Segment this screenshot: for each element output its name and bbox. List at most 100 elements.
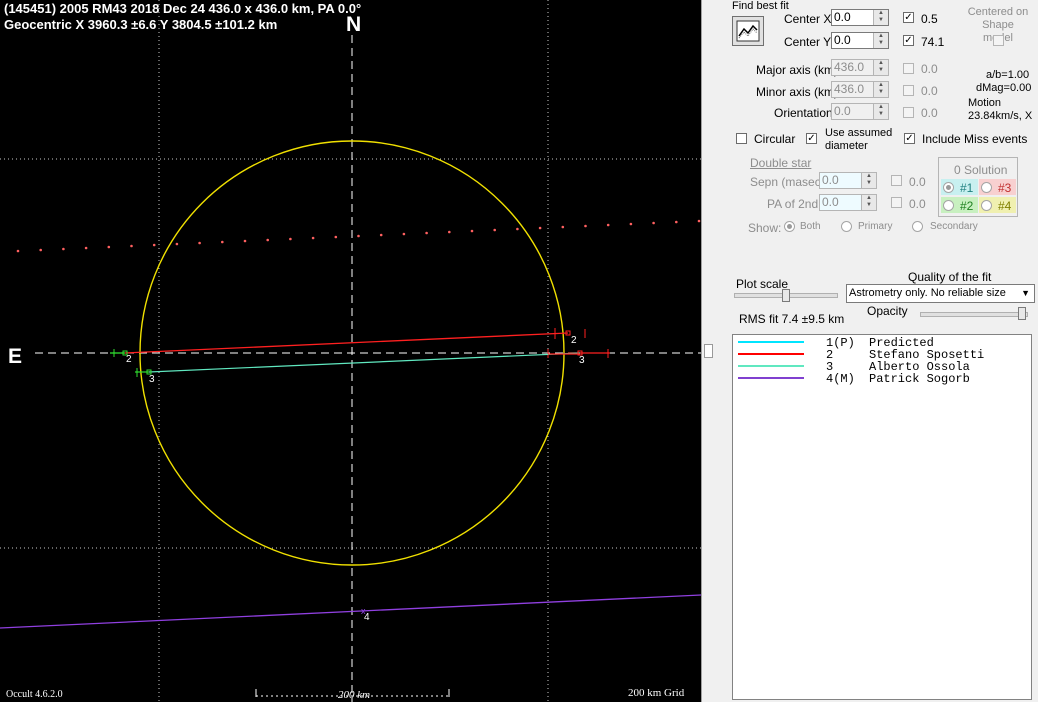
opacity-slider[interactable]: [1018, 307, 1026, 320]
circular-checkbox[interactable]: [736, 133, 747, 144]
show-both-label: Both: [800, 221, 821, 232]
double-star-label: Double star: [750, 156, 812, 170]
plot-canvas: x: [0, 0, 701, 702]
chord-label-2-right: 2: [571, 335, 577, 346]
path-dot: [221, 240, 224, 244]
plot-scale-label: Plot scale: [736, 277, 789, 291]
path-dot: [697, 219, 701, 223]
find-best-fit-button[interactable]: [732, 16, 764, 46]
minor-axis-fit-value: 0.0: [921, 84, 938, 98]
pa-second-input[interactable]: 0.0 ▲ ▼: [819, 194, 877, 211]
solution-title: 0 Solution: [954, 163, 1008, 177]
show-primary-radio[interactable]: [841, 221, 852, 232]
use-assumed-diameter-label: Use assumed diameter: [825, 127, 893, 152]
path-dot: [675, 220, 678, 224]
include-miss-label: Include Miss events: [922, 132, 1028, 146]
show-primary-label: Primary: [858, 221, 893, 232]
legend-num-4: 4(M): [826, 372, 855, 386]
include-miss-checkbox[interactable]: ✓: [904, 133, 915, 144]
solution-3-radio[interactable]: [981, 182, 992, 193]
orientation-fit-value: 0.0: [921, 106, 938, 120]
motion-label: Motion: [968, 97, 1002, 109]
show-both-radio[interactable]: [784, 221, 795, 232]
separation-fit-value: 0.0: [909, 175, 926, 189]
use-assumed-diameter-checkbox[interactable]: ✓: [806, 133, 817, 144]
solution-4-label: #4: [998, 199, 1012, 213]
show-secondary-radio[interactable]: [912, 221, 923, 232]
motion-value: 23.84km/s, X: [968, 110, 1033, 122]
path-dot: [425, 231, 428, 235]
path-dot: [357, 234, 360, 238]
chord-label-4: 4: [364, 612, 370, 623]
orientation-input[interactable]: 0.0 ▲ ▼: [831, 103, 889, 120]
major-axis-fit-checkbox[interactable]: [903, 63, 914, 74]
quality-label: Quality of the fit: [908, 270, 992, 284]
grid-label: 200 km Grid: [628, 687, 685, 699]
observer-legend[interactable]: 1(P) Predicted 2 Stefano Sposetti 3 Albe…: [732, 334, 1032, 700]
path-dot: [402, 232, 406, 236]
opacity-label: Opacity: [867, 304, 908, 318]
major-axis-input[interactable]: 436.0 ▲ ▼: [831, 59, 889, 76]
separation-fit-checkbox[interactable]: [891, 175, 902, 186]
path-dot: [198, 241, 201, 245]
center-y-input[interactable]: 0.0 ▲ ▼: [831, 32, 889, 49]
path-dot: [538, 226, 542, 230]
legend-line-2: [738, 353, 804, 355]
path-dot: [561, 225, 565, 229]
path-dot: [493, 228, 497, 232]
axis-ratio: a/b=1.00: [986, 69, 1030, 81]
path-dot: [448, 230, 451, 234]
path-dot: [289, 237, 292, 241]
center-x-input[interactable]: 0.0 ▲ ▼: [831, 9, 889, 26]
separation-input[interactable]: 0.0 ▲ ▼: [819, 172, 877, 189]
path-dot: [266, 238, 270, 242]
north-label: N: [346, 13, 362, 36]
separation-label: Sepn (masec): [750, 175, 825, 189]
path-dot: [516, 227, 519, 231]
minor-axis-fit-checkbox[interactable]: [903, 85, 914, 96]
path-dot: [629, 222, 633, 226]
minor-axis-label: Minor axis (km): [756, 85, 839, 99]
legend-name-4: Patrick Sogorb: [869, 372, 970, 386]
quality-dropdown[interactable]: Astrometry only. No reliable size ▼: [846, 284, 1035, 303]
path-dot: [584, 224, 587, 228]
occultation-plot[interactable]: x (145451) 2005 RM43 2018 Dec 24 436.0 x…: [0, 0, 701, 702]
plot-scale-slider[interactable]: [782, 289, 790, 302]
rms-fit: RMS fit 7.4 ±9.5 km: [739, 312, 845, 326]
path-dot: [243, 239, 247, 243]
solution-1-radio[interactable]: [943, 182, 954, 193]
grid: [0, 0, 701, 702]
east-label: E: [8, 345, 23, 368]
solution-3-label: #3: [998, 181, 1012, 195]
center-y-fit-value: 74.1: [921, 35, 945, 49]
path-dot: [379, 233, 383, 237]
center-x-fit-checkbox[interactable]: ✓: [903, 12, 914, 23]
orientation-fit-checkbox[interactable]: [903, 107, 914, 118]
splitter-handle[interactable]: [704, 344, 713, 358]
pa-second-fit-checkbox[interactable]: [891, 197, 902, 208]
solution-4-radio[interactable]: [981, 200, 992, 211]
path-dot: [130, 244, 133, 248]
event-title: (145451) 2005 RM43 2018 Dec 24 436.0 x 4…: [4, 1, 362, 16]
minor-axis-input[interactable]: 436.0 ▲ ▼: [831, 81, 889, 98]
delta-magnitude: dMag=0.00: [976, 82, 1032, 94]
center-y-fit-checkbox[interactable]: ✓: [903, 35, 914, 46]
solution-1-label: #1: [960, 181, 974, 195]
fit-control-panel: Find best fit Center X 0.0 ▲ ▼ Center Y 0.…: [716, 0, 1038, 702]
solution-2-radio[interactable]: [943, 200, 954, 211]
path-dot: [152, 243, 156, 247]
path-dot: [652, 221, 655, 225]
center-x-label: Center X: [784, 12, 832, 26]
path-dot: [470, 229, 474, 233]
path-dot: [62, 247, 65, 251]
opacity-track[interactable]: [920, 312, 1028, 317]
path-dot: [606, 223, 610, 227]
path-dot: [175, 242, 179, 246]
orientation-label: Orientation: [774, 106, 833, 120]
chord-4-miss: [0, 594, 701, 629]
chevron-down-icon: ▼: [1021, 288, 1030, 298]
pa-second-label: PA of 2nd: [767, 197, 819, 211]
center-axes: [35, 35, 701, 702]
centered-on-shape-checkbox[interactable]: [993, 35, 1004, 46]
major-axis-label: Major axis (km): [756, 63, 839, 77]
